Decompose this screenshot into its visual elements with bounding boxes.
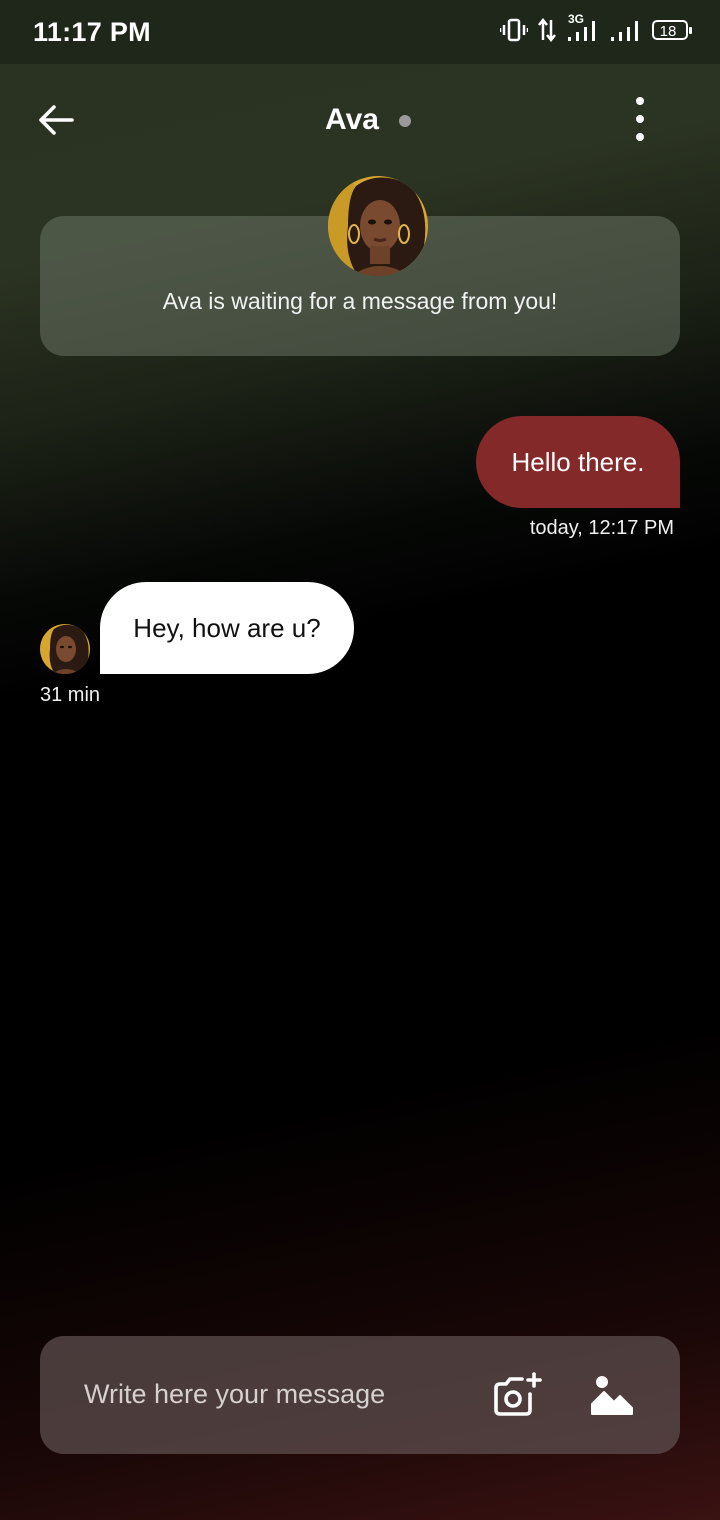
more-vertical-icon bbox=[636, 97, 644, 105]
camera-button[interactable] bbox=[492, 1372, 542, 1418]
more-dot bbox=[636, 115, 644, 123]
message-timestamp: today, 12:17 PM bbox=[529, 517, 674, 539]
more-options-button[interactable] bbox=[620, 97, 660, 141]
chat-header: Ava bbox=[0, 64, 720, 176]
data-transfer-icon bbox=[538, 18, 556, 42]
presence-status-dot bbox=[399, 115, 411, 127]
message-text: Hello there. bbox=[511, 446, 645, 477]
contact-avatar-large[interactable] bbox=[328, 176, 428, 276]
message-text: Hey, how are u? bbox=[133, 612, 321, 643]
status-time: 11:17 PM bbox=[33, 17, 151, 47]
image-icon bbox=[591, 1376, 633, 1415]
camera-plus-icon bbox=[494, 1372, 542, 1416]
contact-title[interactable]: Ava bbox=[0, 103, 720, 137]
status-icons: 3G 18 bbox=[500, 12, 692, 42]
incoming-message-bubble[interactable]: Hey, how are u? bbox=[100, 582, 354, 674]
avatar-portrait bbox=[40, 624, 90, 674]
outgoing-message-bubble[interactable]: Hello there. bbox=[476, 416, 680, 508]
vibrate-icon bbox=[500, 18, 528, 42]
message-composer bbox=[40, 1336, 680, 1454]
status-bar: 11:17 PM 3G 18 bbox=[0, 0, 720, 64]
waiting-message: Ava is waiting for a message from you! bbox=[162, 288, 558, 314]
avatar-portrait bbox=[328, 176, 428, 276]
signal-icon bbox=[611, 21, 638, 41]
gallery-button[interactable] bbox=[590, 1374, 634, 1416]
battery-icon: 18 bbox=[652, 20, 692, 40]
more-dot bbox=[636, 133, 644, 141]
message-timestamp: 31 min bbox=[40, 684, 101, 706]
signal-3g-icon: 3G bbox=[566, 12, 600, 42]
contact-avatar-small[interactable] bbox=[40, 624, 90, 674]
contact-name: Ava bbox=[325, 103, 379, 136]
message-input[interactable] bbox=[84, 1372, 464, 1416]
